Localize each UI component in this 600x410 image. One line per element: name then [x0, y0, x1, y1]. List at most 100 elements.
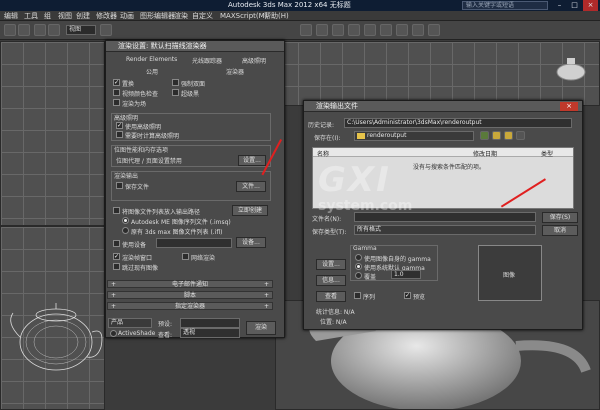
mirror-icon[interactable]	[300, 24, 312, 36]
checkbox-preview[interactable]: ✓	[404, 292, 411, 299]
up-folder-icon[interactable]	[492, 131, 501, 140]
select-region-icon[interactable]	[48, 24, 60, 36]
filename-label: 文件名(N):	[312, 216, 342, 223]
column-date[interactable]: 修改日期	[473, 149, 497, 158]
tab-renderer[interactable]: 渲染器	[226, 67, 244, 76]
radio-autodesk-me[interactable]	[122, 217, 129, 224]
render-icon[interactable]	[428, 24, 440, 36]
menu-animation[interactable]: 动画	[120, 11, 134, 21]
filetype-select[interactable]: 所有格式	[354, 225, 536, 235]
rollout-assign-renderer[interactable]: + 指定渲染器 +	[107, 302, 273, 310]
menu-rendering[interactable]: 渲染	[174, 11, 188, 21]
tab-common[interactable]: 公用	[146, 67, 158, 76]
product-select[interactable]: 产品	[108, 318, 152, 328]
schematic-icon[interactable]	[364, 24, 376, 36]
checkbox-net-render[interactable]	[182, 253, 189, 260]
back-icon[interactable]	[480, 131, 489, 140]
bitmap-setup-button[interactable]: 设置...	[238, 155, 266, 166]
menu-maxscript[interactable]: MAXScript(M)	[220, 11, 267, 21]
preset-select[interactable]	[180, 318, 240, 328]
checkbox-use-device[interactable]	[113, 240, 120, 247]
redo-icon[interactable]	[18, 24, 30, 36]
layer-icon[interactable]	[332, 24, 344, 36]
menu-customize[interactable]: 自定义	[192, 11, 213, 21]
menu-help[interactable]: 帮助(H)	[264, 11, 289, 21]
cancel-button[interactable]: 取消	[542, 225, 578, 236]
material-editor-icon[interactable]	[380, 24, 392, 36]
files-button[interactable]: 文件...	[236, 181, 266, 192]
rollout-scripts[interactable]: + 脚本 +	[107, 291, 273, 299]
bitmap-proxy-status: 位图代理 / 页面设置禁用	[116, 158, 182, 165]
close-icon[interactable]: ×	[560, 102, 578, 111]
label-gamma-override: 覆盖	[364, 274, 377, 281]
checkbox-compute-adv-lighting[interactable]	[116, 131, 123, 138]
checkbox-use-adv-lighting[interactable]: ✓	[116, 122, 123, 129]
search-input[interactable]: 输入关键字或短语	[462, 1, 548, 10]
tab-advanced-lighting[interactable]: 高级照明	[242, 56, 266, 65]
menu-edit[interactable]: 编辑	[4, 11, 18, 21]
viewport-left[interactable]	[0, 226, 105, 410]
label-activeshade: ActiveShade	[118, 330, 156, 337]
checkbox-displacement[interactable]: ✓	[113, 79, 120, 86]
view-button[interactable]: 查看	[316, 291, 346, 302]
rollout-email-notifications[interactable]: + 电子邮件通知 +	[107, 280, 273, 288]
radio-legacy-ifl[interactable]	[122, 227, 129, 234]
maximize-icon[interactable]: □	[567, 0, 582, 11]
column-name[interactable]: 名称	[317, 149, 329, 158]
checkbox-video-color-check[interactable]	[113, 89, 120, 96]
tab-raytracer[interactable]: 光线跟踪器	[192, 56, 222, 65]
checkbox-skip-existing[interactable]	[113, 263, 120, 270]
menu-tools[interactable]: 工具	[24, 11, 38, 21]
select-icon[interactable]	[34, 24, 46, 36]
device-field[interactable]	[156, 238, 232, 248]
label-force-2sided: 强制双面	[181, 81, 206, 88]
render-button[interactable]: 渲染	[246, 321, 276, 335]
info-button[interactable]: 信息...	[316, 275, 346, 286]
menu-create[interactable]: 创建	[76, 11, 90, 21]
teapot-front-icon	[556, 58, 586, 81]
align-icon[interactable]	[316, 24, 328, 36]
checkbox-render-to-fields[interactable]	[113, 99, 120, 106]
create-now-button[interactable]: 立即创建	[232, 205, 268, 216]
setup-button[interactable]: 设置...	[316, 259, 346, 270]
devices-button[interactable]: 设备...	[236, 237, 266, 248]
radio-gamma-own[interactable]	[355, 254, 362, 261]
radio-gamma-system[interactable]	[355, 263, 362, 270]
render-setup-icon[interactable]	[396, 24, 408, 36]
viewport-front[interactable]	[275, 41, 600, 106]
tab-render-elements[interactable]: Render Elements	[126, 56, 177, 63]
viewport-grid	[1, 42, 104, 225]
checkbox-force-2sided[interactable]	[172, 79, 179, 86]
checkbox-save-file[interactable]	[116, 182, 123, 189]
history-select[interactable]: C:\Users\Administrator\3dsMax\renderoutp…	[344, 118, 572, 128]
gamma-override-input[interactable]: 1.0	[391, 270, 421, 279]
menu-view[interactable]: 视图	[58, 11, 72, 21]
label-displacement: 置换	[122, 81, 135, 88]
viewport-top[interactable]	[0, 41, 105, 226]
close-icon[interactable]: ×	[583, 0, 598, 11]
radio-gamma-override[interactable]	[355, 272, 362, 279]
minimize-icon[interactable]: –	[552, 0, 567, 11]
new-folder-icon[interactable]	[504, 131, 513, 140]
watermark-logo: GXI	[318, 160, 391, 200]
view-select[interactable]: 透视	[180, 328, 240, 338]
menu-group[interactable]: 组	[44, 11, 51, 21]
view-menu-icon[interactable]	[516, 131, 525, 140]
radio-activeshade[interactable]	[110, 330, 117, 337]
render-frame-icon[interactable]	[412, 24, 424, 36]
menu-graph-editors[interactable]: 图形编辑器	[140, 11, 175, 21]
checkbox-put-image-list[interactable]	[113, 207, 120, 214]
save-in-select[interactable]: renderoutput	[354, 131, 474, 141]
checkbox-sequence[interactable]	[354, 292, 361, 299]
curve-editor-icon[interactable]	[348, 24, 360, 36]
reference-coordinate-select[interactable]: 视图	[66, 25, 96, 35]
render-setup-title: 渲染设置: 默认扫描线渲染器	[106, 41, 284, 52]
save-button[interactable]: 保存(S)	[542, 212, 578, 223]
pivot-icon[interactable]	[100, 24, 112, 36]
undo-icon[interactable]	[4, 24, 16, 36]
checkbox-super-black[interactable]	[172, 89, 179, 96]
checkbox-render-frame-window[interactable]: ✓	[113, 253, 120, 260]
label-video-color-check: 视频颜色检查	[122, 91, 159, 98]
menu-modifiers[interactable]: 修改器	[96, 11, 117, 21]
column-type[interactable]: 类型	[541, 149, 553, 158]
